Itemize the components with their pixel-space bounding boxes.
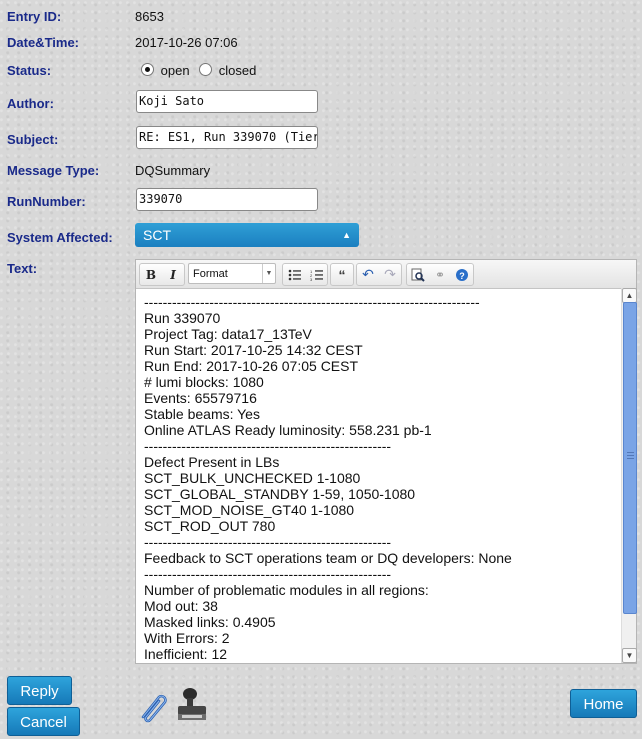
editor-line: SCT_MOD_NOISE_GT40 1-1080 [144,502,355,518]
runnumber-input[interactable]: 339070 [136,188,318,211]
editor-line: SCT_BULK_UNCHECKED 1-1080 [144,470,361,486]
cancel-button[interactable]: Cancel [7,707,80,736]
bold-icon[interactable]: B [140,264,162,285]
editor-line: ----------------------------------------… [144,294,480,310]
system-affected-label: System Affected: [7,230,113,245]
basic-styles-group: B I [139,263,185,286]
tools-group: ⚭ ? [406,263,474,286]
datetime-value: 2017-10-26 07:06 [135,35,238,50]
link-icon[interactable]: ⚭ [429,264,451,285]
subject-label: Subject: [7,132,59,147]
editor-toolbar: B I Format ▼ 123 “ ↶ ↷ ⚭ ? [136,260,636,289]
italic-icon[interactable]: I [162,264,184,285]
editor-line: Masked links: 0.4905 [144,614,276,630]
chevron-down-icon: ▼ [262,264,275,283]
format-select[interactable]: Format ▼ [188,263,276,284]
editor-line: Defect Present in LBs [144,454,280,470]
svg-text:?: ? [459,271,465,281]
help-icon[interactable]: ? [451,264,473,285]
message-type-value: DQSummary [135,163,211,178]
scroll-up-icon[interactable]: ▲ [622,288,637,303]
entry-id-label: Entry ID: [7,9,62,24]
stamp-icon[interactable] [174,686,210,723]
editor-content[interactable]: ----------------------------------------… [144,294,619,662]
editor-line: Number of problematic modules in all reg… [144,582,429,598]
bulleted-list-icon[interactable] [283,264,305,285]
editor-line: # lumi blocks: 1080 [144,374,264,390]
status-label: Status: [7,63,52,78]
text-editor[interactable]: B I Format ▼ 123 “ ↶ ↷ ⚭ ? -------------… [135,259,637,664]
select-arrows-icon: ▲ [342,230,351,240]
editor-line: SCT_ROD_OUT 780 [144,518,276,534]
editor-line: Stable beams: Yes [144,406,260,422]
author-input[interactable]: Koji Sato [136,90,318,113]
scroll-down-icon[interactable]: ▼ [622,648,637,663]
entry-id-value: 8653 [135,9,164,24]
editor-line: ----------------------------------------… [144,438,392,454]
message-type-label: Message Type: [7,163,100,178]
editor-line: Feedback to SCT operations team or DQ de… [144,550,512,566]
editor-line: SCT_GLOBAL_STANDBY 1-59, 1050-1080 [144,486,416,502]
status-open-label: open [160,63,190,78]
editor-line: Run Start: 2017-10-25 14:32 CEST [144,342,363,358]
status-radio-group: open closed [141,63,256,78]
scrollbar-thumb[interactable]: — — — [623,302,637,614]
blockquote-icon[interactable]: “ [331,264,353,285]
find-replace-icon[interactable] [407,264,429,285]
home-button[interactable]: Home [570,689,637,718]
editor-line: With Errors: 2 [144,630,230,646]
numbered-list-icon[interactable]: 123 [305,264,327,285]
editor-line: Events: 65579716 [144,390,257,406]
editor-line: ----------------------------------------… [144,566,392,582]
paperclip-icon[interactable] [137,689,169,723]
reply-button[interactable]: Reply [7,676,72,705]
editor-line: ----------------------------------------… [144,534,392,550]
format-select-label: Format [193,268,228,280]
runnumber-label: RunNumber: [7,194,86,209]
editor-line: Run End: 2017-10-26 07:05 CEST [144,358,359,374]
editor-line: Run 339070 [144,310,221,326]
editor-line: Online ATLAS Ready luminosity: 558.231 p… [144,422,432,438]
undo-redo-group: ↶ ↷ [356,263,402,286]
status-open-radio[interactable] [141,63,154,76]
system-affected-value: SCT [143,227,171,243]
system-affected-select[interactable]: SCT ▲ [135,223,359,247]
datetime-label: Date&Time: [7,35,80,50]
editor-scrollbar[interactable]: ▲ — — — ▼ [621,288,637,663]
list-group: 123 [282,263,328,286]
editor-line: Inefficient: 12 [144,646,228,662]
author-label: Author: [7,96,54,111]
editor-line: Project Tag: data17_13TeV [144,326,312,342]
text-label: Text: [7,261,38,276]
editor-line: Mod out: 38 [144,598,218,614]
status-closed-label: closed [218,63,257,78]
undo-icon[interactable]: ↶ [357,264,379,285]
subject-input[interactable]: RE: ES1, Run 339070 (Tier- [136,126,318,149]
grip-icon: — — — [627,449,634,462]
redo-icon[interactable]: ↷ [379,264,401,285]
status-closed-radio[interactable] [199,63,213,76]
svg-text:3: 3 [310,277,313,281]
blockquote-group: “ [330,263,354,286]
